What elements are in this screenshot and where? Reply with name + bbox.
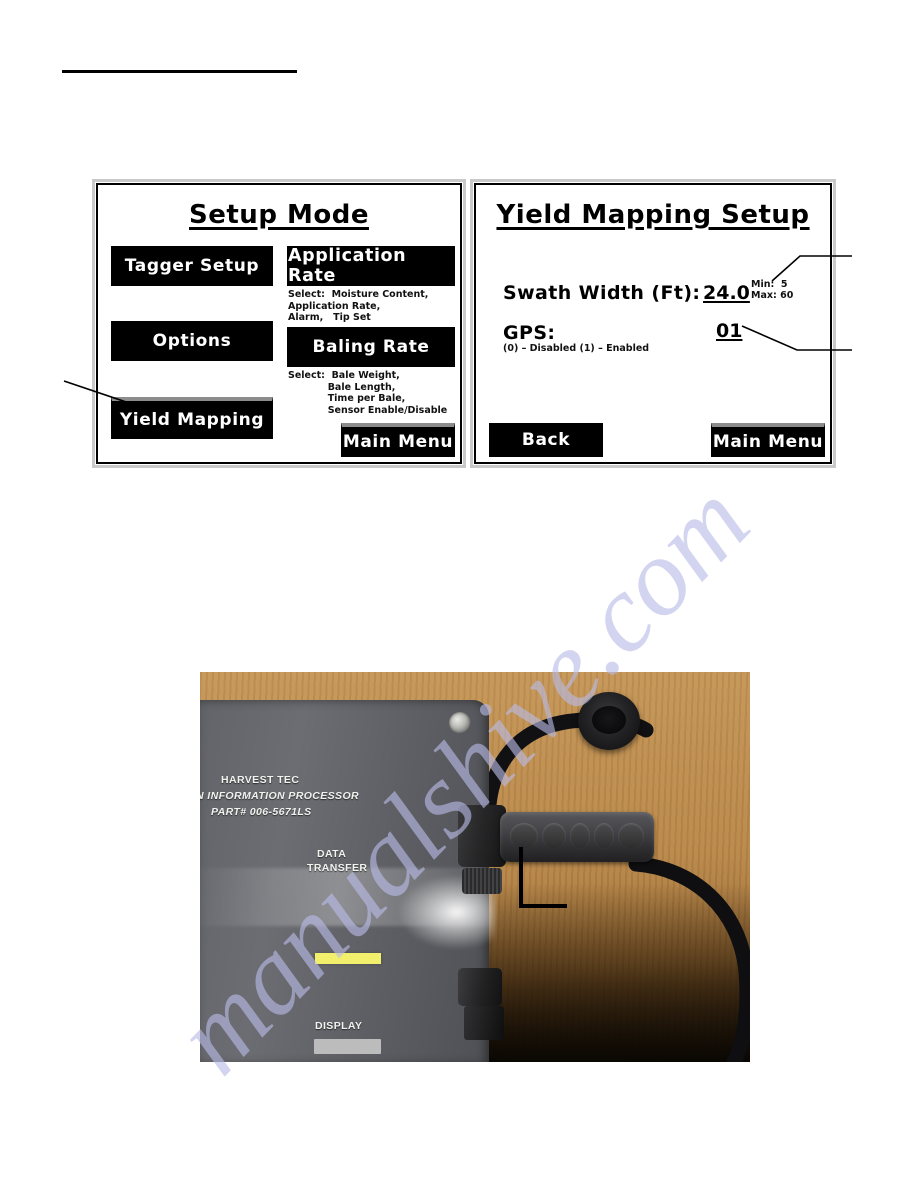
yield-mapping-title: Yield Mapping Setup xyxy=(496,200,810,230)
setup-main-menu-button[interactable]: Main Menu xyxy=(341,423,455,457)
application-rate-note: Select: Moisture Content, Application Ra… xyxy=(288,289,429,323)
header-rule xyxy=(62,70,297,73)
gps-label: GPS: xyxy=(503,322,556,344)
gps-legend: (0) – Disabled (1) – Enabled xyxy=(503,343,650,354)
processor-photo: HARVEST TEC N INFORMATION PROCESSOR PART… xyxy=(200,672,750,1062)
baling-rate-note: Select: Bale Weight, Bale Length, Time p… xyxy=(288,370,448,416)
back-button[interactable]: Back xyxy=(489,423,603,457)
yield-main-menu-button[interactable]: Main Menu xyxy=(711,423,825,457)
swath-width-value[interactable]: 24.0 xyxy=(703,282,750,304)
setup-mode-title: Setup Mode xyxy=(189,200,369,230)
yield-mapping-screen-surface: Yield Mapping Setup Swath Width (Ft): 24… xyxy=(479,188,827,459)
application-rate-button[interactable]: Application Rate xyxy=(287,246,455,286)
swath-width-max: Max: 60 xyxy=(751,290,794,301)
yield-mapping-button[interactable]: Yield Mapping xyxy=(111,397,273,439)
photo-leader-line xyxy=(519,847,567,908)
options-button[interactable]: Options xyxy=(111,321,273,361)
setup-mode-screen: Setup Mode Tagger Setup Options Yield Ma… xyxy=(96,183,462,464)
baling-rate-button[interactable]: Baling Rate xyxy=(287,327,455,367)
gps-value[interactable]: 01 xyxy=(716,320,742,342)
swath-width-min: Min: 5 xyxy=(751,279,788,290)
setup-mode-screen-surface: Setup Mode Tagger Setup Options Yield Ma… xyxy=(101,188,457,459)
yield-mapping-screen: Yield Mapping Setup Swath Width (Ft): 24… xyxy=(474,183,832,464)
tagger-setup-button[interactable]: Tagger Setup xyxy=(111,246,273,286)
swath-width-label: Swath Width (Ft): xyxy=(503,282,701,304)
